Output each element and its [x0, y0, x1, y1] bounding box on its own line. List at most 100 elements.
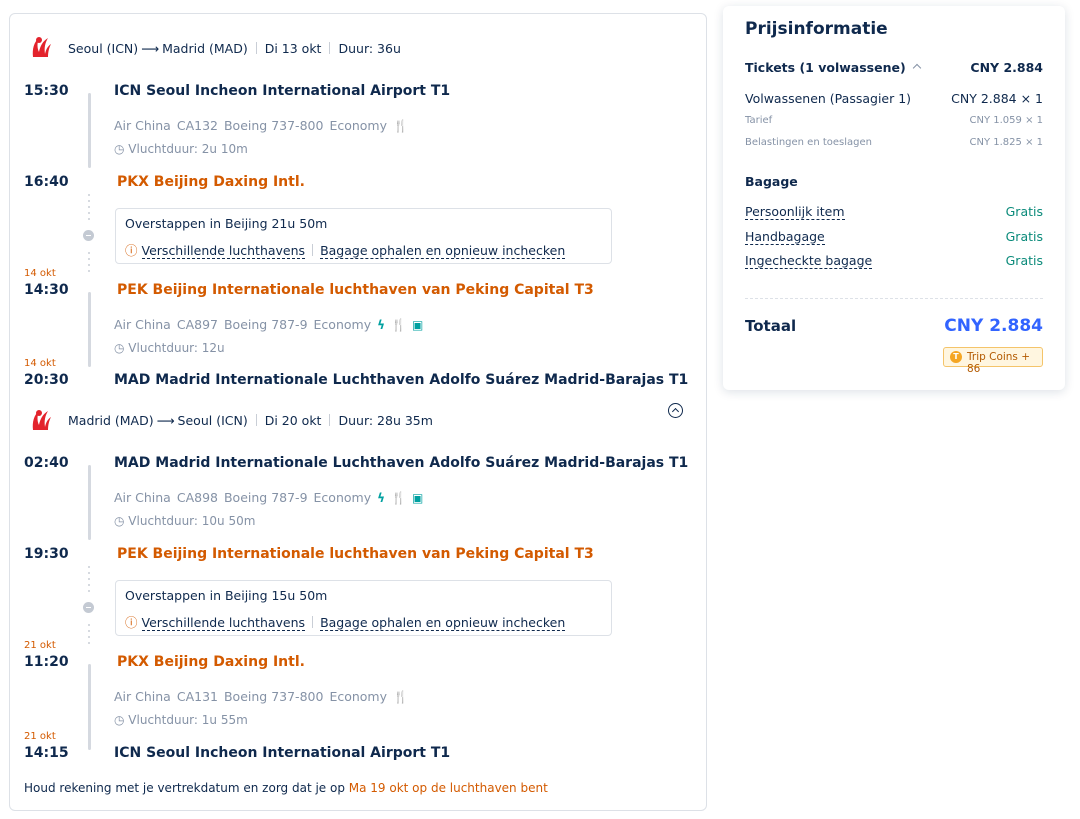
transfer-details: ⓘ Verschillende luchthavens Bagage ophalen…	[125, 240, 566, 259]
aircraft: Boeing 737-800	[223, 118, 324, 133]
departure-note: Houd rekening met je vertrekdatum en zor…	[24, 781, 548, 795]
date-hint: 14 okt	[24, 268, 56, 279]
adult-label: Volwassenen (Passagier 1)	[745, 91, 912, 106]
outbound-header: Seoul (ICN) ⟶ Madrid (MAD) Di 13 okt Duur: 3…	[68, 41, 401, 56]
trip-duration: Duur: 28u 35m	[338, 413, 433, 428]
segment-line	[88, 93, 91, 168]
transfer-icon	[83, 230, 94, 241]
different-airports-link[interactable]: Verschillende luchthavens	[141, 615, 306, 631]
stop-time: 14:30	[24, 282, 69, 298]
stop-time: 14:15	[24, 745, 69, 761]
warning-icon: ⓘ	[125, 615, 138, 630]
meal-icon: 🍴	[391, 491, 406, 505]
departure-date: Di 13 okt	[264, 41, 322, 56]
route-from: Seoul (ICN)	[68, 41, 139, 56]
clock-icon: ◷	[114, 341, 129, 355]
aircraft: Boeing 787-9	[223, 490, 308, 505]
coin-icon: T	[950, 351, 962, 363]
segment-line	[88, 292, 91, 367]
stop-time: 19:30	[24, 546, 69, 562]
segment-meta: Air China CA897 Boeing 787-9 Economy ϟ 🍴 ▣	[114, 317, 429, 332]
date-hint: 21 okt	[24, 731, 56, 742]
transfer-dots	[88, 252, 90, 276]
baggage-item[interactable]: Persoonlijk item	[745, 204, 845, 220]
stop-time: 16:40	[24, 174, 69, 190]
transfer-box: Overstappen in Beijing 21u 50m ⓘ Verschil…	[115, 208, 612, 264]
air-china-logo-icon	[32, 37, 51, 57]
aircraft: Boeing 787-9	[223, 317, 308, 332]
total-label: Totaal	[745, 317, 797, 335]
aircraft: Boeing 737-800	[223, 689, 324, 704]
collapse-chevron-icon[interactable]	[668, 403, 683, 418]
stop-time: 02:40	[24, 455, 69, 471]
stop-airport: ICN Seoul Incheon International Airport …	[114, 83, 451, 99]
segment-duration: ◷ Vluchtduur: 1u 55m	[114, 713, 248, 727]
meal-icon: 🍴	[393, 119, 408, 133]
route-to: Seoul (ICN)	[177, 413, 248, 428]
transfer-icon	[83, 602, 94, 613]
air-china-logo-icon	[32, 410, 51, 430]
adult-value: CNY 2.884 × 1	[951, 91, 1043, 106]
clock-icon: ◷	[114, 514, 129, 528]
flight-number: CA132	[176, 118, 218, 133]
baggage-item[interactable]: Ingecheckte bagage	[745, 253, 873, 269]
departure-note-date: Ma 19 okt op de luchthaven bent	[348, 781, 548, 795]
tax-label: Belastingen en toeslagen	[745, 137, 872, 148]
stop-time: 15:30	[24, 83, 69, 99]
clock-icon: ◷	[114, 142, 129, 156]
trip-duration: Duur: 36u	[338, 41, 401, 56]
baggage-value: Gratis	[1005, 253, 1043, 268]
baggage-title: Bagage	[745, 174, 798, 189]
segment-meta: Air China CA131 Boeing 737-800 Economy 🍴	[114, 689, 414, 704]
cabin-class: Economy	[313, 490, 372, 505]
price-panel: Prijsinformatie Tickets (1 volwassene) C…	[723, 6, 1065, 390]
tickets-total: CNY 2.884	[970, 60, 1043, 75]
tickets-toggle[interactable]: Tickets (1 volwassene)	[745, 60, 921, 75]
chevron-up-icon	[912, 63, 921, 73]
transfer-dots	[88, 194, 90, 224]
flight-number: CA897	[176, 317, 218, 332]
power-icon: ϟ	[377, 318, 386, 332]
airline: Air China	[114, 490, 171, 505]
transfer-text: Overstappen in Beijing 21u 50m	[125, 216, 328, 231]
entertainment-icon: ▣	[411, 318, 424, 332]
segment-line	[88, 465, 91, 540]
fare-value: CNY 1.059 × 1	[969, 115, 1043, 126]
date-hint: 21 okt	[24, 640, 56, 651]
baggage-recheck-link[interactable]: Bagage ophalen en opnieuw inchecken	[320, 243, 566, 259]
tax-value: CNY 1.825 × 1	[969, 137, 1043, 148]
stop-airport: PKX Beijing Daxing Intl.	[117, 654, 305, 670]
baggage-item[interactable]: Handbagage	[745, 229, 825, 245]
price-title: Prijsinformatie	[745, 19, 888, 39]
cabin-class: Economy	[329, 689, 387, 704]
date-hint: 14 okt	[24, 358, 56, 369]
segment-meta: Air China CA898 Boeing 787-9 Economy ϟ 🍴 ▣	[114, 490, 429, 505]
route-from: Madrid (MAD)	[68, 413, 154, 428]
flight-number: CA898	[176, 490, 218, 505]
arrow-right-icon: ⟶	[156, 413, 175, 428]
clock-icon: ◷	[114, 713, 129, 727]
transfer-dots	[88, 566, 90, 596]
warning-icon: ⓘ	[125, 243, 138, 258]
different-airports-link[interactable]: Verschillende luchthavens	[141, 243, 306, 259]
cabin-class: Economy	[313, 317, 372, 332]
divider	[745, 298, 1043, 299]
transfer-box: Overstappen in Beijing 15u 50m ⓘ Verschil…	[115, 580, 612, 636]
cabin-class: Economy	[329, 118, 387, 133]
power-icon: ϟ	[377, 491, 386, 505]
segment-duration: ◷ Vluchtduur: 2u 10m	[114, 142, 248, 156]
transfer-dots	[88, 624, 90, 648]
stop-airport: PEK Beijing Internationale luchthaven va…	[117, 546, 594, 562]
stop-airport: ICN Seoul Incheon International Airport …	[114, 745, 451, 761]
stop-time: 20:30	[24, 372, 69, 388]
baggage-recheck-link[interactable]: Bagage ophalen en opnieuw inchecken	[320, 615, 566, 631]
entertainment-icon: ▣	[411, 491, 424, 505]
segment-meta: Air China CA132 Boeing 737-800 Economy 🍴	[114, 118, 414, 133]
total-value: CNY 2.884	[944, 316, 1043, 336]
airline: Air China	[114, 689, 171, 704]
segment-duration: ◷ Vluchtduur: 10u 50m	[114, 514, 256, 528]
stop-time: 11:20	[24, 654, 69, 670]
itinerary-card: Seoul (ICN) ⟶ Madrid (MAD) Di 13 okt Duur: 3…	[9, 13, 707, 811]
fare-label: Tarief	[745, 115, 773, 126]
meal-icon: 🍴	[393, 690, 408, 704]
